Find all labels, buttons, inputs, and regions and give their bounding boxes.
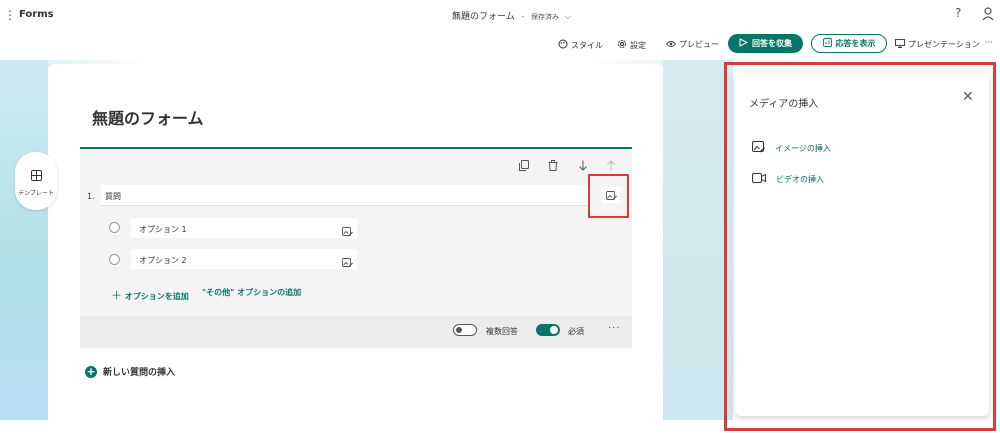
preview-button[interactable]: プレビュー — [665, 39, 719, 50]
background-right — [663, 60, 733, 420]
plus-icon: ＋ — [111, 289, 122, 302]
multiple-answers-label: 複数回答 — [486, 327, 518, 336]
question-input[interactable]: 質問 — [101, 185, 588, 206]
template-label: テンプレート — [18, 189, 54, 197]
monitor-icon — [895, 39, 905, 50]
trash-icon[interactable] — [548, 160, 558, 174]
settings-label: 設定 — [630, 40, 646, 50]
style-button[interactable]: スタイル — [558, 39, 603, 51]
view-responses-button[interactable]: 応答を表示 — [811, 34, 887, 53]
add-option-button[interactable]: ＋ オプションを追加 — [111, 287, 189, 303]
style-label: スタイル — [571, 40, 603, 50]
collect-responses-button[interactable]: 回答を収集 — [728, 34, 803, 53]
help-icon[interactable]: ? — [955, 6, 961, 20]
template-button[interactable]: テンプレート — [15, 152, 57, 210]
copy-icon[interactable] — [519, 160, 529, 174]
doc-title-menu[interactable]: 無題のフォーム - 保存済み ⌵ — [452, 9, 571, 22]
image-edit-icon[interactable] — [342, 253, 353, 272]
doc-separator: - — [521, 13, 525, 21]
gear-icon — [617, 39, 627, 51]
highlight-box-media-button — [588, 174, 629, 218]
eye-icon — [665, 40, 677, 50]
settings-button[interactable]: 設定 — [617, 39, 646, 51]
add-other-option-button[interactable]: "その他" オプションの追加 — [202, 287, 301, 298]
arrow-down-icon[interactable] — [579, 160, 587, 174]
template-icon — [30, 166, 42, 185]
form-title[interactable]: 無題のフォーム — [92, 105, 204, 129]
saved-status: 保存済み — [531, 13, 560, 21]
present-button[interactable]: プレゼンテーション — [895, 39, 980, 50]
question-number: 1. — [87, 192, 95, 201]
app-name[interactable]: Forms — [19, 9, 54, 20]
chart-icon — [822, 38, 832, 49]
option-radio-2[interactable] — [109, 254, 120, 265]
option-input-1[interactable]: オプション 1 — [131, 218, 357, 238]
image-edit-icon[interactable] — [342, 222, 353, 241]
send-icon — [739, 38, 749, 49]
multiple-answers-toggle[interactable] — [453, 324, 477, 336]
question-text: 質問 — [105, 192, 121, 201]
app-launcher-icon[interactable]: ⋮ — [4, 8, 16, 22]
person-icon[interactable] — [982, 6, 994, 25]
insert-new-question-button[interactable]: + 新しい質問の挿入 — [85, 365, 175, 378]
highlight-box-panel — [724, 62, 996, 431]
option-text-2: オプション 2 — [139, 256, 187, 265]
doc-title: 無題のフォーム — [452, 12, 515, 22]
preview-label: プレビュー — [679, 40, 719, 49]
option-radio-1[interactable] — [109, 222, 120, 233]
background-left — [0, 60, 48, 420]
top-bar: ⋮ Forms 無題のフォーム - 保存済み ⌵ ? — [0, 0, 1000, 30]
more-icon: ··· — [985, 38, 993, 47]
arrow-up-icon[interactable] — [607, 160, 615, 174]
palette-icon — [558, 39, 568, 51]
required-label: 必須 — [568, 327, 584, 336]
question-more-button[interactable]: ··· — [608, 323, 621, 334]
add-option-label: オプションを追加 — [124, 292, 189, 301]
chevron-down-icon: ⌵ — [564, 12, 571, 21]
required-toggle[interactable] — [536, 324, 560, 336]
insert-new-question-label: 新しい質問の挿入 — [103, 368, 176, 378]
more-options-button[interactable]: ··· — [985, 38, 993, 47]
option-text-1: オプション 1 — [139, 225, 187, 234]
plus-circle-icon: + — [85, 364, 97, 378]
present-label: プレゼンテーション — [908, 40, 980, 49]
option-input-2[interactable]: オプション 2 — [131, 249, 357, 269]
collect-responses-label: 回答を収集 — [752, 39, 792, 48]
view-responses-label: 応答を表示 — [835, 39, 876, 48]
